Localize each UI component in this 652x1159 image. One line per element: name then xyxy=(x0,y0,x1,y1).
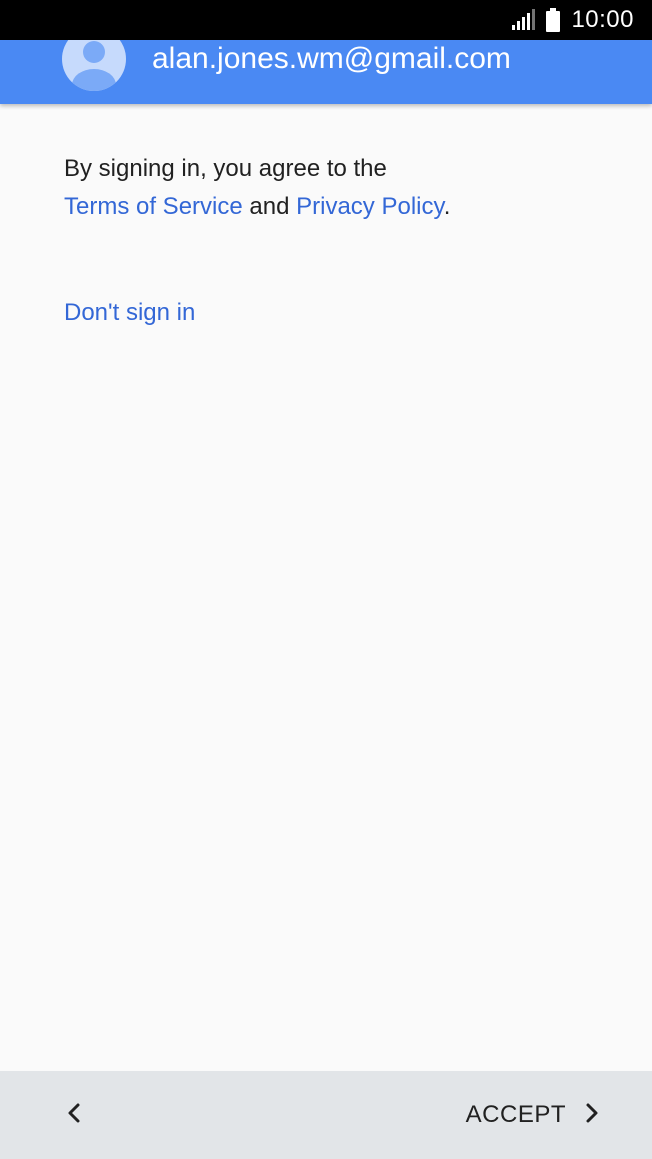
sign-in-screen: 10:00 alan.jones.wm@gmail.com By signing… xyxy=(0,0,652,1159)
period-text: . xyxy=(443,193,451,220)
terms-of-service-link[interactable]: Terms of Service xyxy=(64,193,243,220)
account-header: alan.jones.wm@gmail.com xyxy=(0,40,652,104)
bottom-navigation-bar: ACCEPT xyxy=(0,1071,652,1159)
accept-label: ACCEPT xyxy=(465,1101,566,1128)
chevron-left-icon xyxy=(66,1102,82,1129)
agree-text: By signing in, you agree to the xyxy=(64,155,387,182)
terms-notice: By signing in, you agree to the Terms of… xyxy=(64,150,604,226)
dont-sign-in-link[interactable]: Don't sign in xyxy=(64,294,195,332)
privacy-policy-link[interactable]: Privacy Policy xyxy=(296,193,444,220)
account-email: alan.jones.wm@gmail.com xyxy=(152,42,511,75)
status-bar: 10:00 xyxy=(0,0,652,40)
signal-icon xyxy=(511,9,536,31)
status-icons: 10:00 xyxy=(511,0,634,40)
back-button[interactable] xyxy=(50,1091,98,1139)
status-time: 10:00 xyxy=(571,6,634,33)
accept-button[interactable]: ACCEPT xyxy=(466,1091,600,1139)
avatar-icon xyxy=(62,40,126,91)
battery-icon xyxy=(545,8,561,32)
and-text: and xyxy=(242,193,297,220)
terms-links-line: Terms of Service and Privacy Policy. xyxy=(64,188,604,226)
chevron-right-icon xyxy=(584,1102,600,1129)
